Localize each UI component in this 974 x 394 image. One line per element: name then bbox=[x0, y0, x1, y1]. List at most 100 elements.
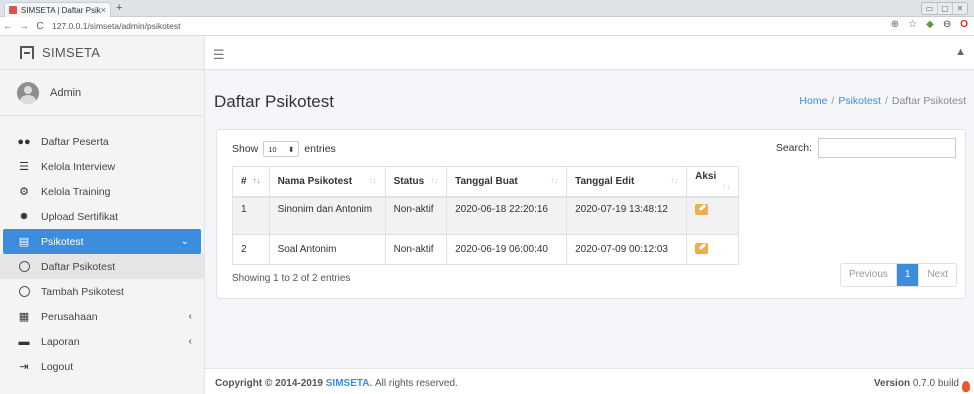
page-1-button[interactable]: 1 bbox=[895, 264, 919, 286]
brand[interactable]: SIMSETA bbox=[0, 36, 204, 70]
copyright: Copyright © 2014-2019 SIMSETA. All right… bbox=[215, 378, 458, 389]
copyright-text: Copyright © 2014-2019 bbox=[215, 378, 323, 389]
cell-nama: Soal Antonim bbox=[268, 234, 386, 265]
entries-value: 10 bbox=[268, 144, 277, 154]
cell-tanggal-buat: 2020-06-18 22:20:16 bbox=[446, 196, 568, 235]
edit-icon[interactable] bbox=[695, 203, 709, 215]
cell-no: 1 bbox=[232, 196, 270, 235]
entries-select[interactable]: 10 ⬍ bbox=[263, 141, 300, 157]
edit-icon[interactable] bbox=[695, 242, 709, 254]
column-header-tanggal-edit[interactable]: Tanggal Edit ↑↓ bbox=[566, 166, 688, 198]
tab-close-icon[interactable]: × bbox=[101, 5, 106, 15]
sidebar: SIMSETA Admin ●● Daftar Peserta ☰ Kelola… bbox=[0, 36, 205, 394]
cell-tanggal-edit: 2020-07-09 00:12:03 bbox=[566, 234, 688, 265]
bookmark-star-icon[interactable]: ☆ bbox=[908, 19, 917, 30]
browser-tab[interactable]: SIMSETA | Daftar Psikotest × bbox=[4, 2, 111, 17]
sidebar-item-kelola-training[interactable]: ⚙ Kelola Training bbox=[0, 179, 204, 204]
breadcrumb: Home / Psikotest / Daftar Psikotest bbox=[799, 95, 966, 107]
breadcrumb-current: Daftar Psikotest bbox=[891, 95, 966, 107]
breadcrumb-home-link[interactable]: Home bbox=[799, 95, 827, 107]
back-icon[interactable]: ← bbox=[0, 21, 16, 32]
entries-label: entries bbox=[304, 143, 336, 155]
search-input[interactable] bbox=[818, 138, 956, 158]
sort-icon: ↑↓ bbox=[430, 175, 439, 185]
url-field[interactable]: ⓘ 127.0.0.1/simseta/admin/psikotest bbox=[15, 21, 181, 172]
psikotest-card: Show 10 ⬍ entries Search: # ↑↓ Nama Psikot… bbox=[216, 129, 966, 299]
sidebar-item-label: Upload Sertifikat bbox=[41, 210, 119, 223]
sidebar-item-laporan[interactable]: ▬ Laporan ‹ bbox=[0, 329, 204, 354]
page-title: Daftar Psikotest bbox=[214, 92, 334, 111]
table-row: 2 Soal Antonim Non-aktif 2020-06-19 06:0… bbox=[232, 234, 740, 265]
maximize-button[interactable]: ▢ bbox=[937, 3, 952, 14]
footer: Copyright © 2014-2019 SIMSETA. All right… bbox=[205, 368, 974, 394]
rights-text: All rights reserved. bbox=[375, 378, 458, 389]
flame-icon bbox=[962, 381, 970, 392]
sidebar-item-label: Kelola Interview bbox=[41, 160, 116, 173]
sort-icon: ↑↓ bbox=[670, 175, 679, 185]
sign-out-icon: ⇥ bbox=[19, 361, 29, 373]
user-menu-icon[interactable]: ▲ bbox=[955, 46, 966, 58]
profile-icon[interactable]: ⊖ bbox=[943, 19, 951, 30]
new-tab-button[interactable]: + bbox=[116, 2, 122, 14]
window-controls: ▭ ▢ ✕ bbox=[921, 2, 968, 15]
certificate-icon: ✹ bbox=[19, 211, 29, 223]
sidebar-item-tambah-psikotest[interactable]: Tambah Psikotest bbox=[0, 279, 204, 304]
zoom-icon[interactable]: ⊕ bbox=[891, 19, 899, 30]
column-header-nama[interactable]: Nama Psikotest ↑↓ bbox=[268, 166, 386, 198]
circle-icon bbox=[17, 286, 31, 297]
sidebar-item-logout[interactable]: ⇥ Logout bbox=[0, 354, 204, 379]
brand-name: SIMSETA bbox=[42, 45, 101, 60]
sort-icon: ↑↓ bbox=[252, 175, 261, 185]
cell-tanggal-edit: 2020-07-19 13:48:12 bbox=[566, 196, 688, 235]
cell-status: Non-aktif bbox=[384, 196, 448, 235]
sidebar-item-upload-sertifikat[interactable]: ✹ Upload Sertifikat bbox=[0, 204, 204, 229]
sidebar-item-daftar-peserta[interactable]: ●● Daftar Peserta bbox=[0, 129, 204, 154]
sidebar-item-label: Daftar Psikotest bbox=[41, 260, 116, 273]
user-panel[interactable]: Admin bbox=[0, 70, 204, 116]
previous-button[interactable]: Previous bbox=[841, 264, 896, 286]
sidebar-item-label: Tambah Psikotest bbox=[41, 285, 124, 298]
sidebar-menu: ●● Daftar Peserta ☰ Kelola Interview ⚙ K… bbox=[0, 116, 204, 379]
content-area: Daftar Psikotest Home / Psikotest / Daftar P… bbox=[205, 70, 974, 368]
close-window-button[interactable]: ✕ bbox=[952, 3, 967, 14]
version-label: Version bbox=[873, 378, 911, 389]
form-icon: ▤ bbox=[18, 236, 30, 248]
sidebar-item-psikotest[interactable]: ▤ Psikotest ⌄ bbox=[3, 229, 201, 254]
tab-title: SIMSETA | Daftar Psikotest bbox=[21, 5, 101, 15]
address-bar: ← → C ⓘ 127.0.0.1/simseta/admin/psikotes… bbox=[0, 17, 974, 172]
extension-icon[interactable]: ◆ bbox=[926, 19, 934, 30]
version-value: 0.7.0 build bbox=[912, 378, 959, 389]
table-header-row: # ↑↓ Nama Psikotest ↑↓ Status ↑↓ Tanggal Bu… bbox=[232, 166, 740, 198]
browser-tab-strip: SIMSETA | Daftar Psikotest × + ▭ ▢ ✕ bbox=[0, 0, 974, 17]
breadcrumb-psikotest-link[interactable]: Psikotest bbox=[838, 95, 881, 107]
sidebar-item-kelola-interview[interactable]: ☰ Kelola Interview bbox=[0, 154, 204, 179]
cell-aksi bbox=[686, 196, 740, 235]
table-info: Showing 1 to 2 of 2 entries bbox=[232, 273, 351, 284]
sidebar-item-perusahaan[interactable]: ▦ Perusahaan ‹ bbox=[0, 304, 204, 329]
hamburger-menu-icon[interactable]: ☰ bbox=[213, 47, 225, 63]
minimize-button[interactable]: ▭ bbox=[922, 3, 937, 14]
reload-icon[interactable]: C bbox=[32, 21, 48, 32]
column-header-aksi[interactable]: Aksi ↑↓ bbox=[686, 166, 740, 198]
pagination: Previous 1 Next bbox=[839, 263, 957, 287]
sort-icon: ↑↓ bbox=[722, 182, 731, 192]
column-header-tanggal-buat[interactable]: Tanggal Buat ↑↓ bbox=[446, 166, 568, 198]
next-button[interactable]: Next bbox=[918, 264, 956, 286]
sidebar-item-label: Daftar Peserta bbox=[41, 135, 109, 148]
footer-brand-link[interactable]: SIMSETA. bbox=[326, 378, 372, 389]
cell-no: 2 bbox=[232, 234, 270, 265]
chevron-left-icon: ‹ bbox=[188, 336, 192, 347]
opera-icon[interactable]: O bbox=[960, 19, 968, 30]
list-icon: ☰ bbox=[19, 161, 29, 173]
search-label: Search: bbox=[775, 142, 812, 154]
file-icon: ▬ bbox=[18, 335, 30, 348]
column-header-no[interactable]: # ↑↓ bbox=[232, 166, 270, 198]
column-header-status[interactable]: Status ↑↓ bbox=[384, 166, 448, 198]
sort-icon: ↑↓ bbox=[550, 175, 559, 185]
users-icon: ●● bbox=[17, 135, 31, 148]
chevron-left-icon: ‹ bbox=[188, 311, 192, 322]
forward-icon[interactable]: → bbox=[16, 21, 32, 32]
cogs-icon: ⚙ bbox=[19, 186, 29, 198]
sidebar-item-daftar-psikotest[interactable]: Daftar Psikotest bbox=[0, 254, 204, 279]
chevron-down-icon: ⌄ bbox=[180, 236, 189, 247]
